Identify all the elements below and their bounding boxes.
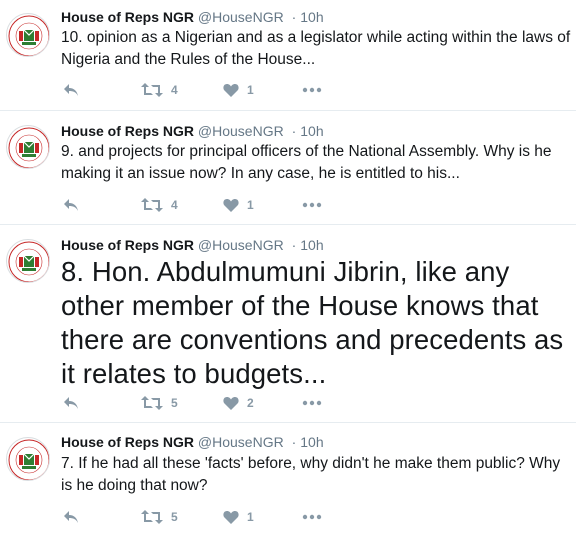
reply-icon — [64, 199, 78, 211]
more-icon — [302, 400, 322, 406]
account-handle[interactable]: @HouseNGR — [198, 9, 284, 25]
reply-icon — [64, 84, 78, 96]
more-button[interactable] — [302, 393, 322, 413]
like-count: 1 — [247, 510, 254, 524]
like-count: 1 — [247, 83, 254, 97]
avatar[interactable] — [6, 239, 50, 283]
more-button[interactable] — [302, 507, 322, 527]
reply-button[interactable] — [63, 393, 79, 413]
house-of-reps-seal — [8, 15, 49, 56]
retweet-button[interactable]: 5 — [141, 507, 178, 527]
like-button[interactable]: 2 — [223, 393, 254, 413]
heart-icon — [223, 84, 239, 97]
account-name[interactable]: House of Reps NGR — [61, 237, 194, 253]
more-button[interactable] — [302, 80, 322, 100]
retweet-button[interactable]: 5 — [141, 393, 178, 413]
tweet-text: 8. Hon. Abdulmumuni Jibrin, like any oth… — [61, 256, 564, 389]
separator: · — [291, 123, 297, 139]
tweet-actions: 5 2 — [61, 393, 361, 413]
avatar[interactable] — [6, 13, 50, 57]
like-count: 1 — [247, 198, 254, 212]
account-name[interactable]: House of Reps NGR — [61, 434, 194, 450]
account-name[interactable]: House of Reps NGR — [61, 123, 194, 139]
retweet-icon — [141, 510, 163, 524]
heart-icon — [223, 397, 239, 410]
tweet-text: 9. and projects for principal officers o… — [61, 143, 552, 182]
tweet-actions: 4 1 — [61, 80, 361, 100]
retweet-icon — [141, 198, 163, 212]
tweet-text: 10. opinion as a Nigerian and as a legis… — [61, 29, 571, 68]
more-icon — [302, 514, 322, 520]
tweet[interactable]: House of Reps NGR @HouseNGR · 10h 10. opi… — [0, 0, 576, 111]
tweet[interactable]: House of Reps NGR @HouseNGR · 10h 9. and … — [0, 111, 576, 225]
retweet-count: 5 — [171, 510, 178, 524]
separator: · — [291, 9, 297, 25]
separator: · — [291, 237, 297, 253]
house-of-reps-seal — [8, 241, 49, 282]
house-of-reps-seal — [8, 127, 49, 168]
tweet-time[interactable]: 10h — [300, 123, 323, 139]
account-handle[interactable]: @HouseNGR — [198, 237, 284, 253]
account-handle[interactable]: @HouseNGR — [198, 123, 284, 139]
avatar[interactable] — [6, 437, 50, 481]
account-name[interactable]: House of Reps NGR — [61, 9, 194, 25]
reply-button[interactable] — [63, 80, 79, 100]
retweet-icon — [141, 396, 163, 410]
like-button[interactable]: 1 — [223, 195, 254, 215]
heart-icon — [223, 199, 239, 212]
more-button[interactable] — [302, 195, 322, 215]
tweet-time[interactable]: 10h — [300, 434, 323, 450]
tweet[interactable]: House of Reps NGR @HouseNGR · 10h 7. If h… — [0, 423, 576, 537]
account-handle[interactable]: @HouseNGR — [198, 434, 284, 450]
separator: · — [291, 434, 297, 450]
reply-button[interactable] — [63, 507, 79, 527]
like-button[interactable]: 1 — [223, 80, 254, 100]
tweet-time[interactable]: 10h — [300, 9, 323, 25]
reply-icon — [64, 511, 78, 523]
tweet-actions: 5 1 — [61, 507, 361, 527]
like-count: 2 — [247, 396, 254, 410]
more-icon — [302, 202, 322, 208]
more-icon — [302, 87, 322, 93]
retweet-button[interactable]: 4 — [141, 80, 178, 100]
tweet-actions: 4 1 — [61, 195, 361, 215]
tweet-time[interactable]: 10h — [300, 237, 323, 253]
reply-icon — [64, 397, 78, 409]
retweet-count: 5 — [171, 396, 178, 410]
tweet[interactable]: House of Reps NGR @HouseNGR · 10h 8. Hon.… — [0, 225, 576, 423]
house-of-reps-seal — [8, 439, 49, 480]
retweet-icon — [141, 83, 163, 97]
like-button[interactable]: 1 — [223, 507, 254, 527]
reply-button[interactable] — [63, 195, 79, 215]
heart-icon — [223, 511, 239, 524]
retweet-button[interactable]: 4 — [141, 195, 178, 215]
avatar[interactable] — [6, 125, 50, 169]
retweet-count: 4 — [171, 83, 178, 97]
retweet-count: 4 — [171, 198, 178, 212]
tweet-text: 7. If he had all these 'facts' before, w… — [61, 455, 561, 494]
